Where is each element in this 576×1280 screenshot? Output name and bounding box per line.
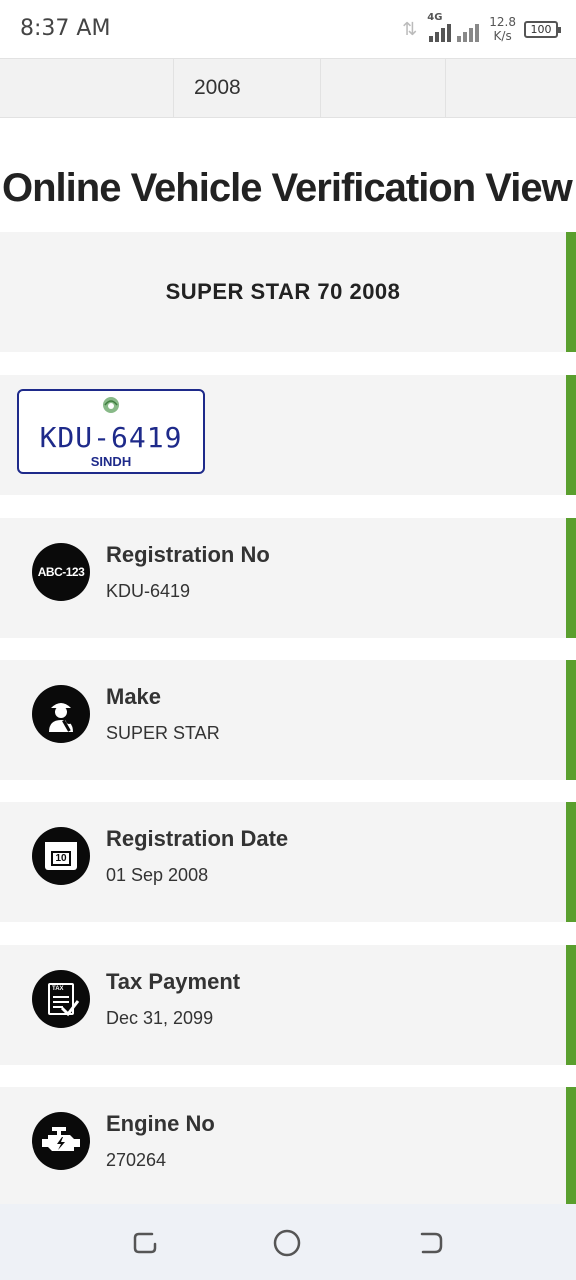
results-table-row: 2008 [0,58,576,118]
network-speed-value: 12.8 [489,15,516,29]
table-cell [446,59,576,117]
mechanic-icon [32,685,90,743]
table-cell [0,59,174,117]
detail-label: Make [106,684,162,709]
tax-document-icon: TAX [32,970,90,1028]
data-transfer-icon: ⇅ [402,18,418,40]
status-time: 8:37 AM [20,16,111,41]
plate-number: KDU-6419 [39,421,183,454]
registration-icon-text: ABC-123 [37,565,85,579]
network-type-label: 4G [427,12,443,23]
detail-card-registration-date: 10 Registration Date 01 Sep 2008 [0,802,576,922]
vehicle-summary-card: SUPER STAR 70 2008 [0,232,576,352]
detail-value: 270264 [106,1150,167,1170]
plate-province: SINDH [90,454,132,469]
signal-strength-icon: 4G [425,12,481,42]
detail-label: Engine No [106,1111,215,1136]
status-bar: 8:37 AM ⇅ 4G 12.8 K/s 100 [0,0,576,58]
table-cell [321,59,446,117]
table-cell-year: 2008 [174,59,321,117]
detail-label: Registration Date [106,826,289,851]
recent-apps-icon[interactable] [130,1228,160,1258]
detail-card-make: Make SUPER STAR [0,660,576,780]
network-speed: 12.8 K/s [489,15,516,43]
detail-value: SUPER STAR [106,723,220,743]
battery-icon: 100 [524,20,561,38]
tax-icon-text: TAX [52,986,64,992]
network-speed-unit: K/s [493,29,512,43]
number-plate: KDU-6419 SINDH [17,389,205,474]
detail-card-tax-payment: TAX Tax Payment Dec 31, 2099 [0,945,576,1065]
system-navigation-bar [0,1204,576,1280]
number-plate-card: KDU-6419 SINDH [0,375,576,495]
page-title: Online Vehicle Verification View [2,166,573,210]
detail-card-engine-no: Engine No 270264 [0,1087,576,1204]
status-indicators: ⇅ 4G 12.8 K/s 100 [402,12,561,46]
vehicle-summary: SUPER STAR 70 2008 [165,279,401,304]
provincial-emblem-icon [103,397,119,413]
engine-icon [32,1112,90,1170]
detail-label: Tax Payment [106,969,241,994]
back-icon[interactable] [416,1228,446,1258]
calendar-icon: 10 [32,827,90,885]
detail-label: Registration No [106,542,270,567]
detail-card-registration-no: ABC-123 Registration No KDU-6419 [0,518,576,638]
detail-value: Dec 31, 2099 [106,1008,214,1028]
calendar-day: 10 [55,853,67,864]
detail-value: 01 Sep 2008 [106,865,209,885]
home-icon[interactable] [272,1228,302,1258]
registration-plate-icon: ABC-123 [32,543,90,601]
detail-value: KDU-6419 [106,581,191,601]
battery-level: 100 [530,22,552,36]
